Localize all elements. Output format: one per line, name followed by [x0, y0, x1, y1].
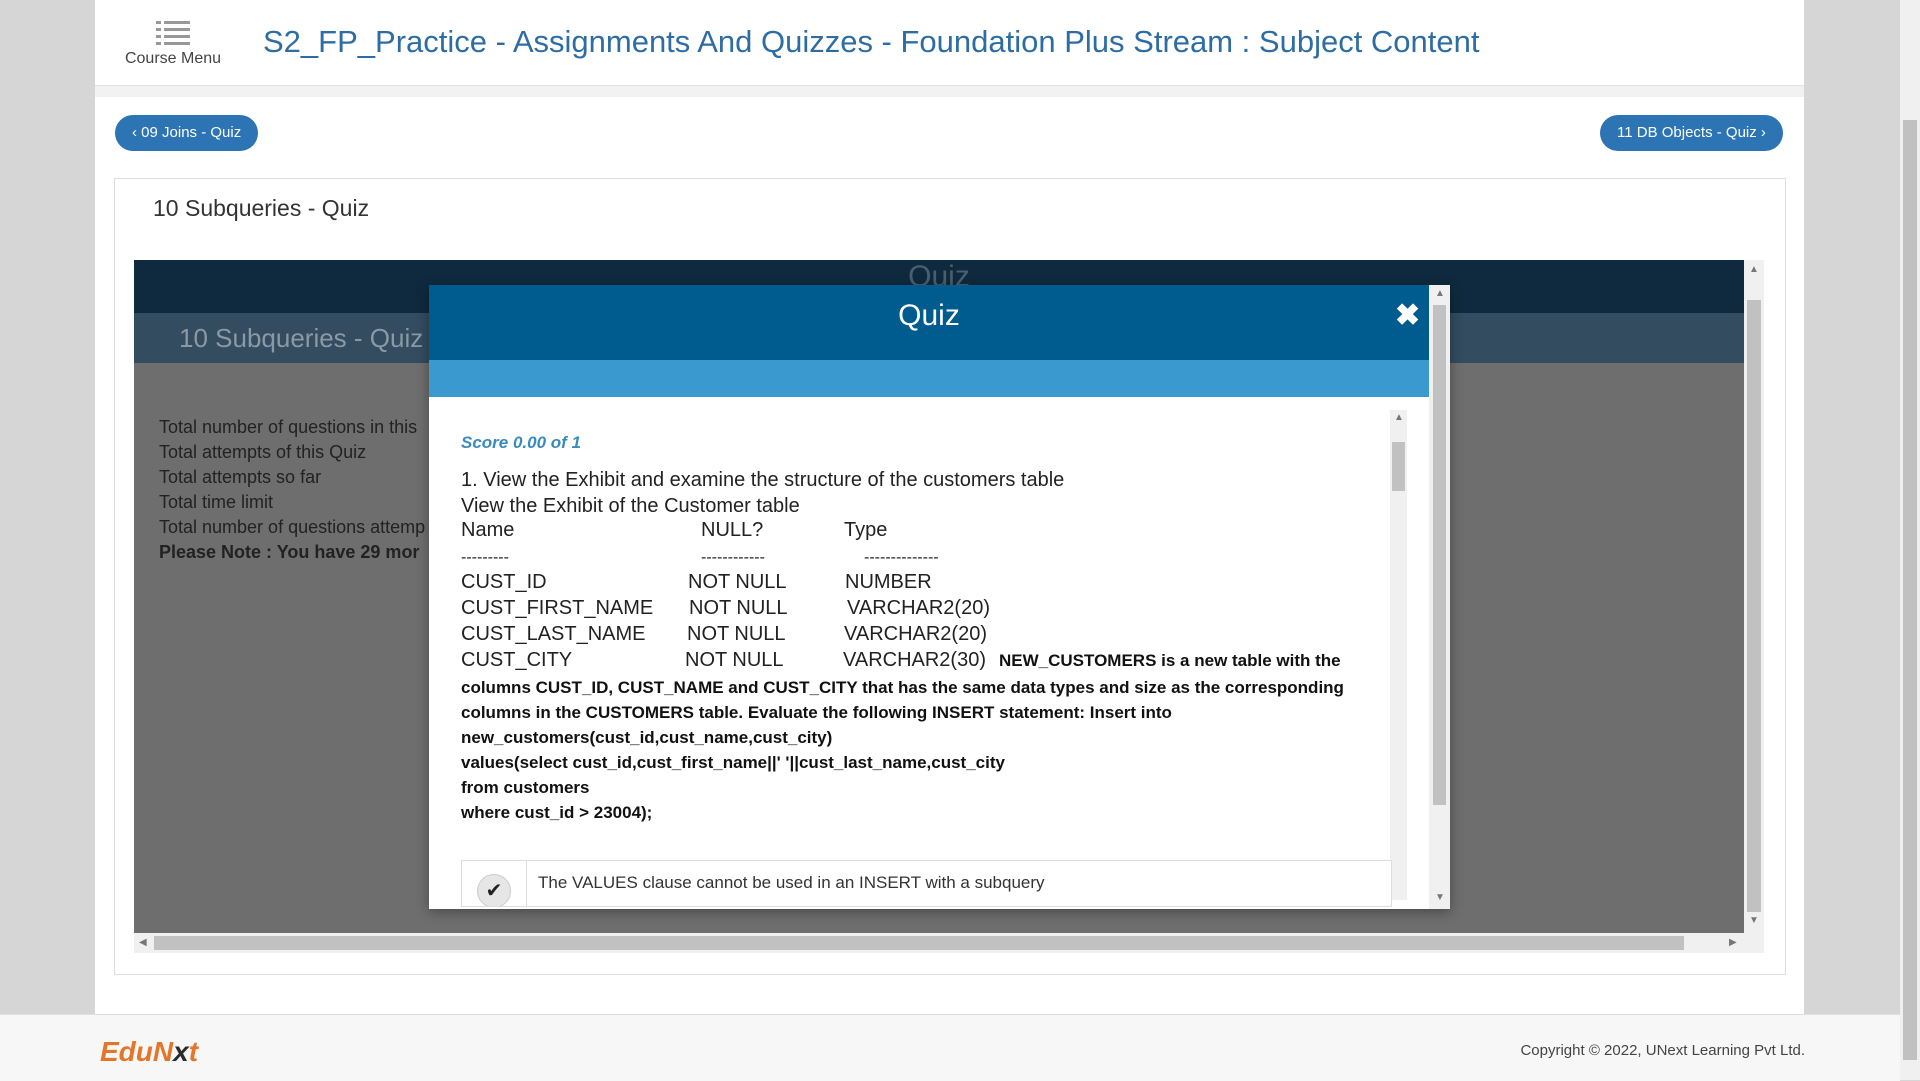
question-line: View the Exhibit of the Customer table	[461, 495, 800, 517]
exhibit-cell: CUST_FIRST_NAME	[461, 597, 654, 619]
logo-text: EduN	[100, 1036, 174, 1067]
modal-title: Quiz	[898, 299, 960, 332]
question-bold-line: where cust_id > 23004);	[461, 803, 653, 822]
scroll-left-arrow-icon[interactable]: ◀	[139, 937, 147, 948]
copyright-text: Copyright © 2022, UNext Learning Pvt Ltd…	[1520, 1042, 1805, 1059]
panel-title: 10 Subqueries - Quiz	[153, 195, 370, 221]
exhibit-col-type: Type	[844, 519, 888, 541]
edunxt-logo[interactable]: EduNxt	[100, 1036, 198, 1068]
scroll-thumb[interactable]	[1433, 305, 1446, 805]
exhibit-dash-row: --------- ------------ --------------	[461, 545, 1411, 571]
scroll-down-arrow-icon[interactable]: ▼	[1435, 892, 1445, 903]
exhibit-dashes: --------------	[864, 549, 939, 566]
option-text: The VALUES clause cannot be used in an I…	[538, 873, 1045, 892]
modal-header: Quiz ✖	[429, 285, 1429, 360]
frame-band-title: 10 Subqueries - Quiz	[179, 323, 424, 353]
question-bold-line: columns in the CUSTOMERS table. Evaluate…	[461, 703, 1172, 722]
scroll-up-arrow-icon[interactable]: ▲	[1394, 412, 1404, 423]
exhibit-cell: NOT NULL	[687, 623, 786, 645]
exhibit-dashes: ---------	[461, 549, 509, 566]
exhibit-cell: CUST_ID	[461, 571, 547, 593]
question-bold-line: values(select cust_id,cust_first_name||'…	[461, 753, 1005, 772]
scroll-thumb[interactable]	[1747, 300, 1761, 912]
exhibit-header-row: Name NULL? Type	[461, 519, 1411, 545]
exhibit-row: CUST_FIRST_NAME NOT NULL VARCHAR2(20)	[461, 597, 1411, 623]
frame-vertical-scrollbar[interactable]: ▲ ▼	[1744, 260, 1764, 933]
course-menu-label: Course Menu	[124, 50, 222, 67]
modal-band	[429, 360, 1429, 397]
exhibit-row: CUST_ID NOT NULL NUMBER	[461, 571, 1411, 597]
exhibit-cell: NOT NULL	[689, 597, 788, 619]
course-menu-button[interactable]: Course Menu	[120, 20, 226, 68]
list-menu-icon	[156, 21, 190, 45]
prev-quiz-button[interactable]: ‹ 09 Joins - Quiz	[115, 115, 259, 151]
scroll-down-arrow-icon[interactable]: ▼	[1749, 915, 1759, 926]
info-line: Total attempts of this Quiz	[159, 442, 367, 462]
question-line: 1. View the Exhibit and examine the stru…	[461, 469, 1065, 491]
exhibit-col-null: NULL?	[701, 519, 764, 541]
close-icon[interactable]: ✖	[1395, 298, 1420, 333]
question-bold-line: new_customers(cust_id,cust_name,cust_cit…	[461, 728, 833, 747]
info-line: Total attempts so far	[159, 467, 322, 487]
modal-scrollbar[interactable]: ▲ ▼	[1429, 285, 1450, 909]
info-line: Total number of questions in this	[159, 417, 418, 437]
logo-x: x	[173, 1036, 189, 1067]
info-line: Total number of questions attemp	[159, 517, 426, 537]
quiz-info: Total number of questions in this Total …	[159, 415, 425, 565]
exhibit-cell: VARCHAR2(20)	[844, 623, 987, 645]
exhibit-col-name: Name	[461, 519, 515, 541]
info-line: Total time limit	[159, 492, 274, 512]
exhibit-cell: NOT NULL	[685, 649, 784, 671]
quiz-modal: Quiz ✖ ▲ ▼ ▲ Score 0.00 of 1 1. View the…	[429, 285, 1450, 909]
logo-text: t	[188, 1036, 199, 1067]
frame-horizontal-scrollbar[interactable]: ◀ ▶	[134, 933, 1764, 953]
check-icon: ✔	[477, 874, 511, 906]
answer-option[interactable]: ✔ The VALUES clause cannot be used in an…	[461, 860, 1392, 907]
page-scrollbar[interactable]	[1900, 0, 1920, 1080]
question-bold-line: from customers	[461, 778, 590, 797]
exhibit-row: CUST_CITY NOT NULL VARCHAR2(30) NEW_CUST…	[461, 649, 1411, 675]
exhibit-cell: CUST_LAST_NAME	[461, 623, 646, 645]
scroll-up-arrow-icon[interactable]: ▲	[1435, 288, 1445, 299]
option-check-box[interactable]: ✔	[462, 861, 527, 906]
question-bold-line: columns CUST_ID, CUST_NAME and CUST_CITY…	[461, 678, 1344, 697]
page-title: S2_FP_Practice - Assignments And Quizzes…	[263, 24, 1480, 59]
exhibit-row: CUST_LAST_NAME NOT NULL VARCHAR2(20)	[461, 623, 1411, 649]
scroll-thumb[interactable]	[154, 936, 1684, 950]
scroll-right-arrow-icon[interactable]: ▶	[1729, 937, 1737, 948]
question-body: Score 0.00 of 1 1. View the Exhibit and …	[461, 433, 1411, 898]
next-quiz-button[interactable]: 11 DB Objects - Quiz ›	[1600, 115, 1783, 151]
exhibit-cell: CUST_CITY	[461, 649, 573, 671]
question-bold-inline: NEW_CUSTOMERS is a new table with the	[999, 651, 1341, 670]
exhibit-dashes: ------------	[701, 549, 765, 566]
info-note: Please Note : You have 29 mor	[159, 542, 420, 562]
scroll-thumb[interactable]	[1903, 120, 1917, 1060]
exhibit-cell: NUMBER	[845, 571, 932, 593]
exhibit-cell: NOT NULL	[688, 571, 787, 593]
scroll-up-arrow-icon[interactable]: ▲	[1749, 264, 1759, 275]
exhibit-cell: VARCHAR2(30)	[843, 649, 986, 671]
score-text: Score 0.00 of 1	[461, 433, 582, 452]
exhibit-cell: VARCHAR2(20)	[847, 597, 990, 619]
